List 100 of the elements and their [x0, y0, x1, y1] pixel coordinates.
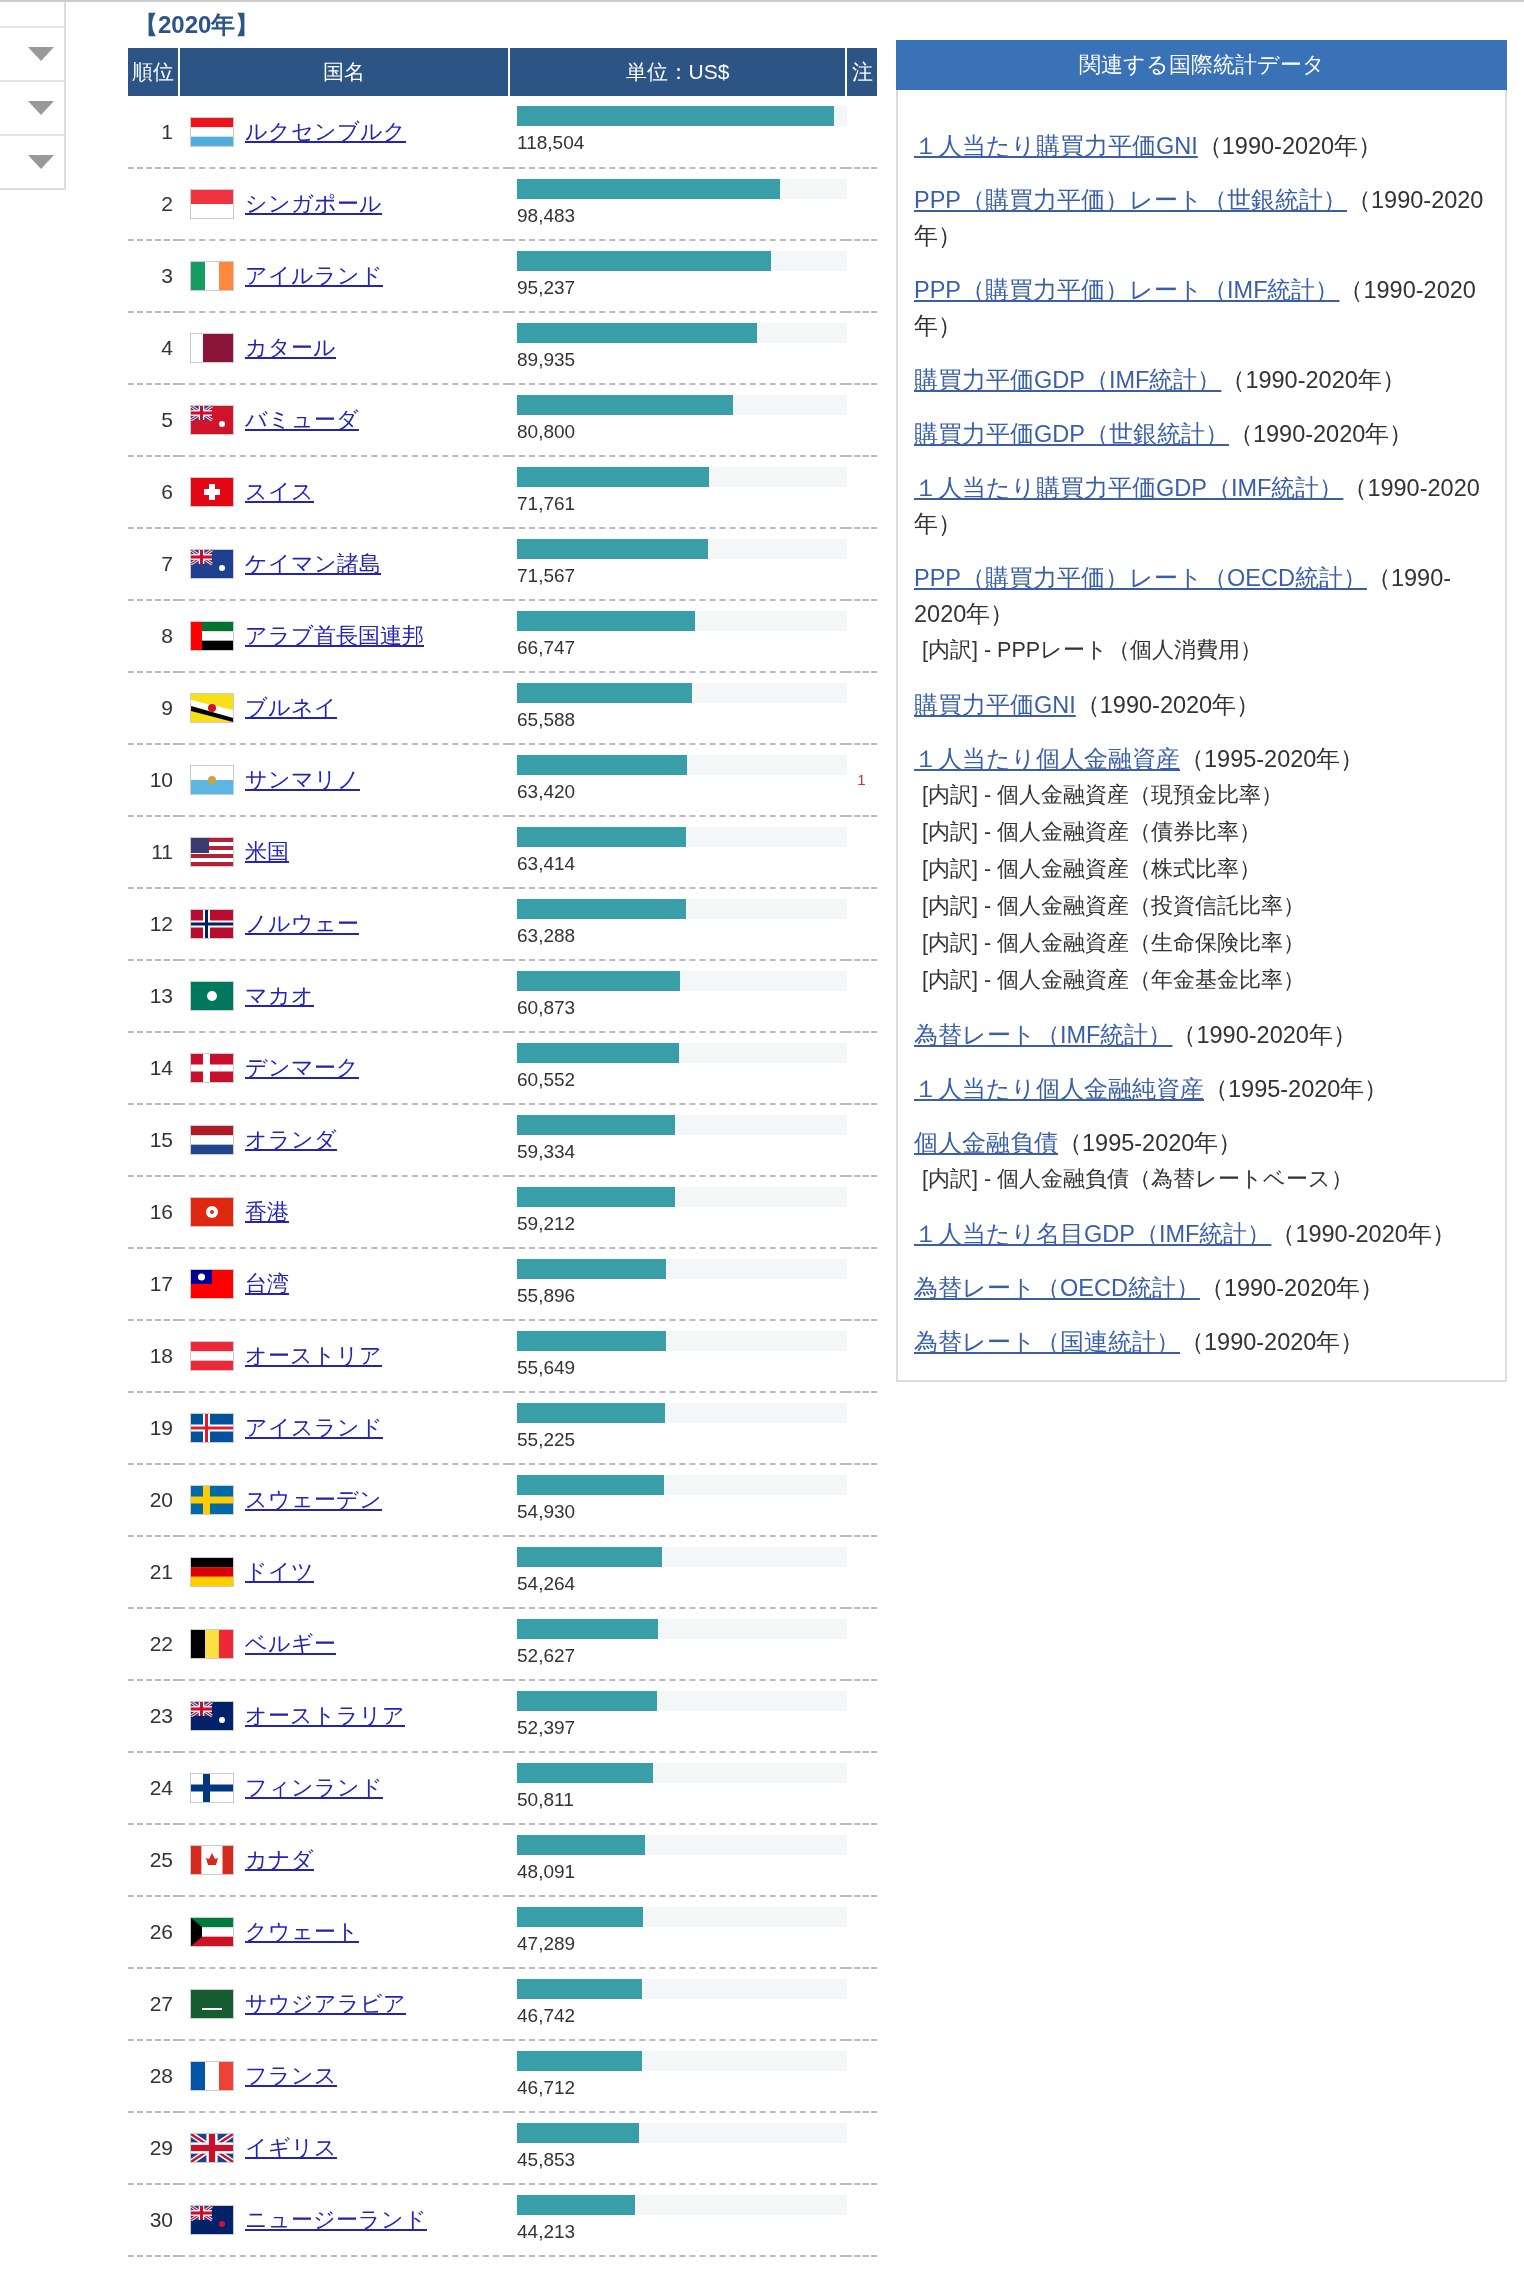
country-link[interactable]: オーストリア: [245, 1341, 382, 1371]
value-text: 50,811: [517, 1789, 574, 1811]
related-link[interactable]: 購買力平価GDP（世銀統計）: [914, 421, 1229, 447]
country-link[interactable]: フランス: [245, 2061, 337, 2091]
value-text: 71,567: [517, 565, 576, 587]
breakdown-text: [内訳] - PPPレート（個人消費用）: [921, 637, 1264, 664]
related-link[interactable]: 個人金融負債: [914, 1130, 1058, 1156]
rank-cell: 18: [128, 1320, 179, 1392]
rank-cell: 14: [128, 1032, 179, 1104]
country-link[interactable]: シンガポール: [245, 189, 382, 219]
related-link[interactable]: PPP（購買力平価）レート（OECD統計）: [914, 565, 1367, 591]
rank-cell: 27: [128, 1968, 179, 2040]
country-link[interactable]: サウジアラビア: [245, 1989, 406, 2019]
dropdown-caret-icon[interactable]: [28, 101, 54, 115]
country-link[interactable]: 台湾: [245, 1269, 289, 1299]
related-link[interactable]: 為替レート（国連統計）: [914, 1329, 1180, 1355]
rank-cell: 17: [128, 1248, 179, 1320]
country-link[interactable]: 米国: [245, 837, 289, 867]
related-link[interactable]: PPP（購買力平価）レート（IMF統計）: [914, 277, 1340, 303]
related-link[interactable]: 為替レート（OECD統計）: [914, 1275, 1200, 1301]
country-link[interactable]: ニュージーランド: [245, 2205, 427, 2235]
country-link[interactable]: スウェーデン: [245, 1485, 382, 1515]
dropdown-caret-icon[interactable]: [28, 47, 54, 61]
value-text: 95,237: [517, 277, 576, 299]
related-link[interactable]: 為替レート（IMF統計）: [914, 1022, 1173, 1048]
value-text: 71,761: [517, 493, 576, 515]
rank-cell: 15: [128, 1104, 179, 1176]
value-text: 44,213: [517, 2221, 576, 2243]
breakdown-text: [内訳] - 個人金融資産（生命保険比率）: [921, 930, 1307, 957]
country-link[interactable]: ベルギー: [245, 1629, 336, 1659]
flag-icon: [191, 1702, 233, 1730]
country-link[interactable]: スイス: [245, 477, 314, 507]
related-link[interactable]: １人当たり購買力平価GNI: [914, 133, 1198, 159]
rank-cell: 13: [128, 960, 179, 1032]
flag-icon: [191, 1846, 233, 1874]
breakdown-text: [内訳] - 個人金融資産（現預金比率）: [921, 782, 1285, 809]
flag-icon: [191, 1270, 233, 1298]
rank-cell: 16: [128, 1176, 179, 1248]
column-header: 単位：US$: [509, 48, 846, 96]
related-link[interactable]: １人当たり個人金融資産: [914, 746, 1180, 772]
value-text: 65,588: [517, 709, 576, 731]
related-entry: １人当たり個人金融資産（1995-2020年）: [914, 745, 1366, 774]
country-link[interactable]: ケイマン諸島: [245, 549, 381, 579]
flag-icon: [191, 1918, 233, 1946]
breakdown-text: [内訳] - 個人金融負債（為替レートベース）: [921, 1166, 1355, 1193]
flag-icon: [191, 2134, 233, 2162]
related-link[interactable]: １人当たり購買力平価GDP（IMF統計）: [914, 475, 1344, 501]
rank-cell: 5: [128, 384, 179, 456]
country-link[interactable]: オランダ: [245, 1125, 337, 1155]
country-link[interactable]: アイスランド: [245, 1413, 383, 1443]
related-entry: １人当たり個人金融純資産（1995-2020年）: [914, 1075, 1390, 1104]
breakdown-text: [内訳] - 個人金融資産（株式比率）: [921, 856, 1263, 883]
country-link[interactable]: カナダ: [245, 1845, 314, 1875]
rank-cell: 25: [128, 1824, 179, 1896]
related-link[interactable]: 購買力平価GNI: [914, 692, 1076, 718]
rank-cell: 9: [128, 672, 179, 744]
country-link[interactable]: オーストラリア: [245, 1701, 405, 1731]
related-link[interactable]: 購買力平価GDP（IMF統計）: [914, 367, 1222, 393]
value-text: 46,712: [517, 2077, 576, 2099]
country-link[interactable]: 香港: [245, 1197, 289, 1227]
value-text: 45,853: [517, 2149, 576, 2171]
related-link[interactable]: PPP（購買力平価）レート（世銀統計）: [914, 187, 1348, 213]
related-entry: 為替レート（国連統計）（1990-2020年）: [914, 1328, 1366, 1357]
value-text: 118,504: [517, 132, 585, 154]
flag-icon: [191, 910, 233, 938]
country-link[interactable]: ノルウェー: [245, 909, 359, 939]
flag-icon: [191, 1414, 233, 1442]
rank-cell: 12: [128, 888, 179, 960]
related-entry: 為替レート（IMF統計）（1990-2020年）: [914, 1021, 1358, 1050]
related-link[interactable]: １人当たり個人金融純資産: [914, 1076, 1204, 1102]
country-link[interactable]: ルクセンブルク: [245, 116, 406, 147]
column-header: 順位: [128, 48, 179, 96]
country-link[interactable]: サンマリノ: [245, 765, 360, 795]
country-link[interactable]: イギリス: [245, 2133, 337, 2163]
dropdown-caret-icon[interactable]: [28, 155, 54, 169]
related-entry: １人当たり購買力平価GNI（1990-2020年）: [914, 132, 1384, 161]
country-link[interactable]: デンマーク: [245, 1053, 359, 1083]
country-link[interactable]: アイルランド: [245, 261, 383, 291]
country-link[interactable]: バミューダ: [245, 405, 359, 435]
country-link[interactable]: カタール: [245, 333, 336, 363]
rank-cell: 22: [128, 1608, 179, 1680]
country-link[interactable]: アラブ首長国連邦: [245, 621, 424, 651]
column-header: 注: [846, 48, 877, 96]
panel-title: 関連する国際統計データ: [896, 40, 1507, 90]
value-text: 46,742: [517, 2005, 576, 2027]
flag-icon: [191, 1774, 233, 1802]
country-link[interactable]: ドイツ: [245, 1557, 314, 1587]
rank-cell: 4: [128, 312, 179, 384]
country-link[interactable]: ブルネイ: [245, 693, 337, 723]
country-link[interactable]: フィンランド: [245, 1773, 383, 1803]
column-header: 国名: [179, 48, 509, 96]
rank-cell: 21: [128, 1536, 179, 1608]
flag-icon: [191, 1558, 233, 1586]
related-link[interactable]: １人当たり名目GDP（IMF統計）: [914, 1221, 1272, 1247]
country-link[interactable]: クウェート: [245, 1917, 359, 1947]
related-entry: PPP（購買力平価）レート（OECD統計）（1990-2020年）: [914, 564, 1453, 629]
country-link[interactable]: マカオ: [245, 981, 314, 1011]
flag-icon: [191, 2206, 233, 2234]
related-entry: 為替レート（OECD統計）（1990-2020年）: [914, 1274, 1386, 1303]
value-text: 59,212: [517, 1213, 576, 1235]
